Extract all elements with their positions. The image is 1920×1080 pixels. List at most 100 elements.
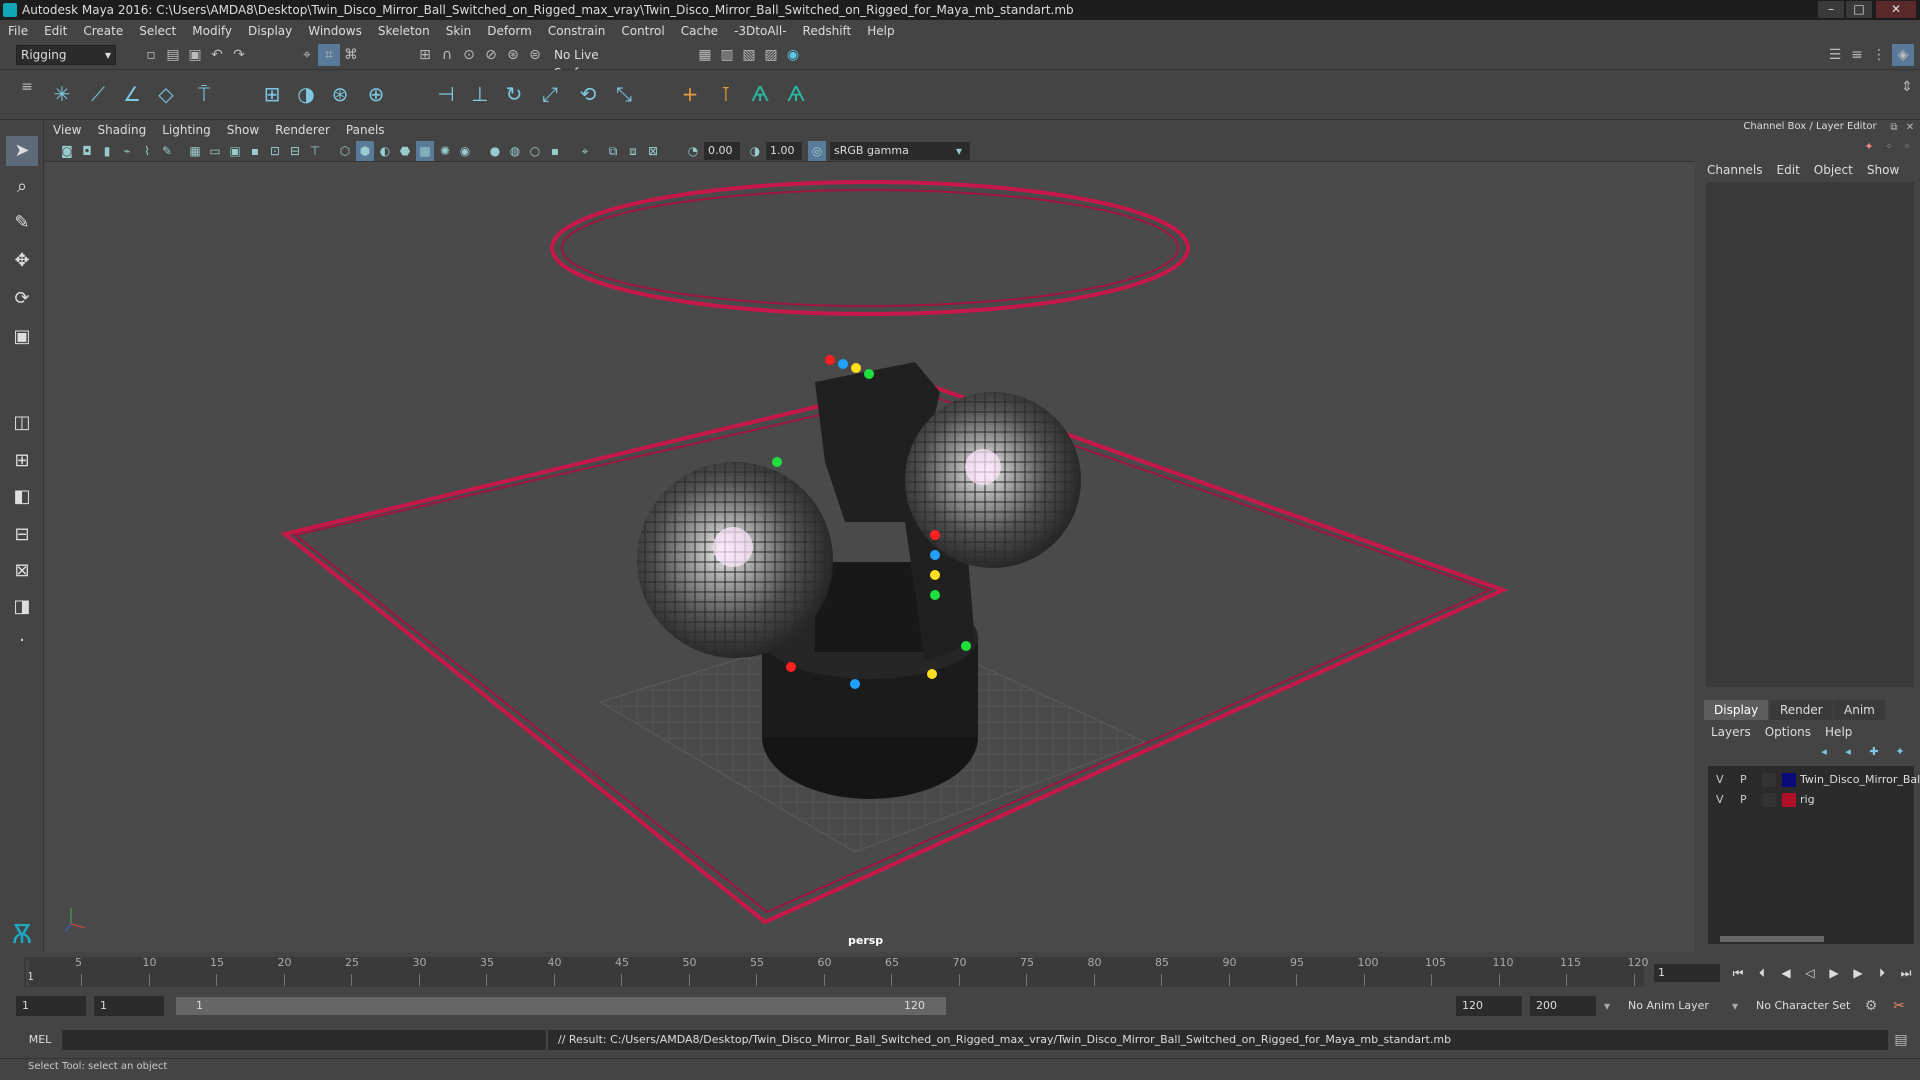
default-material-icon[interactable]: ◐ [376, 141, 394, 161]
layers-menu[interactable]: Layers [1704, 722, 1758, 742]
xray-joints-icon[interactable]: ⧈ [624, 141, 642, 161]
rig-control-circle[interactable] [550, 180, 1190, 316]
layer-scrollbar-thumb[interactable] [1720, 936, 1824, 942]
animation-start-field[interactable]: 1 [16, 996, 86, 1016]
step-back-key-icon[interactable]: ◀ [1776, 962, 1796, 984]
wireframe-icon[interactable]: ⬡ [336, 141, 354, 161]
move-layer-up-icon[interactable]: ◂ [1814, 742, 1834, 762]
channels-menu[interactable]: Channels [1700, 160, 1770, 180]
camera-select-icon[interactable]: ◙ [58, 141, 76, 161]
2d-pan-zoom-icon[interactable]: ⌇ [138, 141, 156, 161]
shadows-icon[interactable]: ◉ [456, 141, 474, 161]
lattice-icon[interactable]: ⊞ [258, 80, 286, 108]
layer-playback-toggle[interactable]: P [1740, 790, 1747, 810]
channel-box-toggle-icon[interactable]: ◈ [1892, 44, 1914, 66]
menu-file[interactable]: File [0, 20, 36, 42]
close-button[interactable]: ✕ [1876, 1, 1916, 18]
layer-type-slot[interactable] [1762, 773, 1776, 787]
isolate-select-icon[interactable]: ⌖ [576, 141, 594, 161]
auto-key-icon[interactable]: ⚙ [1860, 995, 1882, 1017]
orient-constraint-icon[interactable]: ↻ [500, 80, 528, 108]
paint-select-icon[interactable]: ✎ [6, 208, 38, 238]
lasso-tool-icon[interactable]: ⌕ [6, 172, 38, 202]
live-surface-field[interactable]: No Live Surface [554, 46, 644, 80]
options-menu[interactable]: Options [1758, 722, 1818, 742]
modeling-toolkit-icon[interactable]: ☰ [1824, 44, 1846, 66]
step-back-icon[interactable]: ⏴ [1752, 962, 1772, 984]
aim-constraint-icon[interactable]: ⊥ [466, 80, 494, 108]
undo-icon[interactable]: ↶ [206, 44, 228, 66]
menu-modify[interactable]: Modify [184, 20, 240, 42]
select-by-component-icon[interactable]: ⌘ [340, 44, 362, 66]
channel-icon-3[interactable]: ◦ [1898, 138, 1916, 156]
outliner-layout-icon[interactable]: ◨ [6, 592, 38, 622]
layer-visibility-toggle[interactable]: V [1716, 790, 1724, 810]
new-scene-icon[interactable]: ▫ [140, 44, 162, 66]
current-time-indicator[interactable] [26, 960, 29, 986]
go-to-start-icon[interactable]: ⏮ [1728, 962, 1748, 984]
smooth-shade-icon[interactable]: ⬢ [356, 141, 374, 161]
preferences-icon[interactable]: ✂ [1888, 995, 1910, 1017]
layer-playback-toggle[interactable]: P [1740, 770, 1747, 790]
menu-redshift[interactable]: Redshift [795, 20, 860, 42]
playback-start-field[interactable]: 1 [94, 996, 164, 1016]
scale-constraint-icon[interactable]: ⤢ [536, 80, 564, 108]
make-live-icon[interactable]: ⊜ [524, 44, 546, 66]
resolution-gate-icon[interactable]: ▣ [226, 141, 244, 161]
character-set-dropdown[interactable]: No Character Set [1750, 996, 1870, 1016]
screen-space-ao-icon[interactable]: ● [486, 141, 504, 161]
image-plane-icon[interactable]: ⌁ [118, 141, 136, 161]
shelf-maya-icon-2[interactable]: Ѧ [782, 80, 810, 108]
shelf-maya-icon-1[interactable]: Ѧ [746, 80, 774, 108]
persp-outliner-icon[interactable]: ◧ [6, 482, 38, 512]
edit-menu[interactable]: Edit [1770, 160, 1807, 180]
save-scene-icon[interactable]: ▣ [184, 44, 206, 66]
xray-icon[interactable]: ⧉ [604, 141, 622, 161]
mel-label[interactable]: MEL [20, 1032, 60, 1048]
script-editor-icon[interactable]: ▤ [1890, 1029, 1912, 1051]
play-backwards-icon[interactable]: ◁ [1800, 962, 1820, 984]
move-layer-down-icon[interactable]: ◂ [1838, 742, 1858, 762]
safe-title-icon[interactable]: ⊤ [306, 141, 324, 161]
menu-windows[interactable]: Windows [300, 20, 370, 42]
rotate-tool-icon[interactable]: ⟳ [6, 284, 38, 314]
grease-pencil-icon[interactable]: ✎ [158, 141, 176, 161]
bookmark-icon[interactable]: ▮ [98, 141, 116, 161]
minimize-button[interactable]: – [1818, 1, 1844, 18]
snap-surface-icon[interactable]: ⊛ [502, 44, 524, 66]
snap-curve-icon[interactable]: ∩ [436, 44, 458, 66]
channel-icon-2[interactable]: ◦ [1880, 138, 1898, 156]
menu-help[interactable]: Help [859, 20, 902, 42]
go-to-end-icon[interactable]: ⏭ [1896, 962, 1916, 984]
view-transform-dropdown[interactable]: sRGB gamma [830, 142, 970, 160]
layer-color-swatch[interactable] [1782, 793, 1796, 807]
menu-skin[interactable]: Skin [438, 20, 480, 42]
float-panel-icon[interactable]: ⧉ [1886, 120, 1902, 136]
parent-constraint-icon[interactable]: ⟲ [574, 80, 602, 108]
exposure-field[interactable]: 0.00 [704, 142, 740, 160]
scale-tool-icon[interactable]: ▣ [6, 322, 38, 352]
anim-layer-dropdown[interactable]: No Anim Layer [1622, 996, 1740, 1016]
hypershade-icon[interactable]: ◉ [782, 44, 804, 66]
ik-handle-icon[interactable]: ⟋ [84, 80, 112, 108]
shelf-scroll-icon[interactable]: ⇕ [1896, 76, 1918, 98]
menu-3dtoall[interactable]: -3DtoAll- [726, 20, 794, 42]
layer-visibility-toggle[interactable]: V [1716, 770, 1724, 790]
tab-render[interactable]: Render [1770, 700, 1833, 720]
shelf-options-icon[interactable]: ≡ [16, 76, 38, 98]
menu-edit[interactable]: Edit [36, 20, 75, 42]
menu-cache[interactable]: Cache [673, 20, 726, 42]
layer-row[interactable]: V P Twin_Disco_Mirror_Bal [1708, 770, 1920, 790]
menu-constrain[interactable]: Constrain [540, 20, 614, 42]
gamma-field[interactable]: 1.00 [766, 142, 802, 160]
chevron-down-icon[interactable]: ▾ [950, 141, 968, 161]
four-view-icon[interactable]: ⊞ [6, 446, 38, 476]
select-by-object-icon[interactable]: ⌗ [318, 44, 340, 66]
menu-deform[interactable]: Deform [479, 20, 540, 42]
time-slider-track[interactable] [24, 957, 1644, 987]
ipr-render-icon[interactable]: ▧ [738, 44, 760, 66]
range-slider[interactable]: 1 120 [176, 997, 946, 1015]
select-by-hierarchy-icon[interactable]: ⌖ [296, 44, 318, 66]
cluster-icon[interactable]: ◑ [292, 80, 320, 108]
point-constraint-icon[interactable]: ⊣ [432, 80, 460, 108]
